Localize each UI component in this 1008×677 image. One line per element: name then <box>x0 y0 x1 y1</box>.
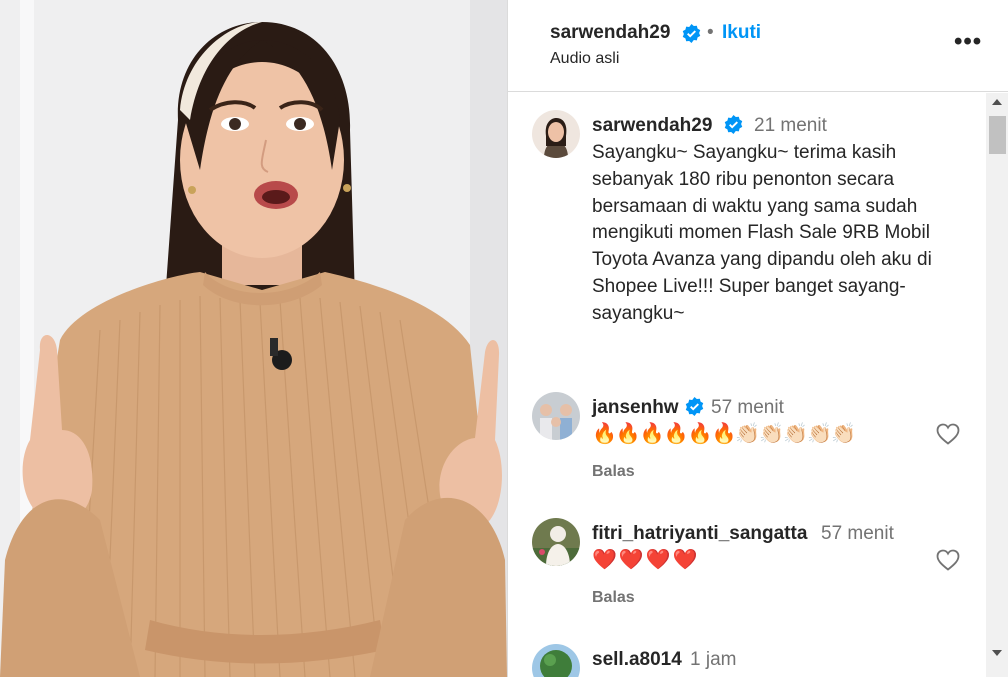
commenter-avatar[interactable] <box>532 518 580 566</box>
post-details-panel: sarwendah29 • Ikuti Audio asli ••• sarwe… <box>507 0 1008 677</box>
commenter-username[interactable]: fitri_hatriyanti_sangatta <box>592 523 807 545</box>
heart-icon[interactable] <box>936 549 960 576</box>
comment-text: ❤️❤️❤️❤️ <box>592 549 700 571</box>
follow-button[interactable]: Ikuti <box>722 22 761 44</box>
comment-timestamp[interactable]: 1 jam <box>690 649 736 671</box>
post-header: sarwendah29 • Ikuti Audio asli ••• <box>508 0 1008 92</box>
scrollbar-thumb[interactable] <box>989 116 1006 154</box>
commenter-username[interactable]: jansenhw <box>592 397 679 419</box>
caption-author-username[interactable]: sarwendah29 <box>592 115 712 137</box>
caption-timestamp[interactable]: 21 menit <box>754 115 827 137</box>
verified-badge-icon <box>682 24 701 48</box>
commenter-avatar[interactable] <box>532 392 580 440</box>
comment-timestamp[interactable]: 57 menit <box>821 523 894 545</box>
heart-icon[interactable] <box>936 423 960 450</box>
audio-source-link[interactable]: Audio asli <box>550 50 619 68</box>
post-media-video[interactable] <box>0 0 507 677</box>
commenter-avatar[interactable] <box>532 644 580 677</box>
comment-text: 🔥🔥🔥🔥🔥🔥👏🏻👏🏻👏🏻👏🏻👏🏻 <box>592 423 856 445</box>
scroll-down-arrow-icon[interactable] <box>992 650 1002 656</box>
more-options-icon[interactable]: ••• <box>954 30 982 54</box>
comments-scrollbar[interactable] <box>986 93 1008 677</box>
verified-badge-icon <box>685 397 704 421</box>
caption-author-avatar[interactable] <box>532 110 580 158</box>
post-author-username[interactable]: sarwendah29 <box>550 22 670 44</box>
video-frame-illustration <box>0 0 507 677</box>
reply-button[interactable]: Balas <box>592 589 635 607</box>
reply-button[interactable]: Balas <box>592 463 635 481</box>
comments-list[interactable]: sarwendah29 21 menit Sayangku~ Sayangku~… <box>508 93 986 677</box>
scroll-up-arrow-icon[interactable] <box>992 99 1002 105</box>
separator-dot: • <box>707 22 714 43</box>
caption-text: Sayangku~ Sayangku~ terima kasih sebanya… <box>592 142 932 324</box>
verified-badge-icon <box>724 115 743 139</box>
commenter-username[interactable]: sell.a8014 <box>592 649 682 671</box>
comment-timestamp[interactable]: 57 menit <box>711 397 784 419</box>
